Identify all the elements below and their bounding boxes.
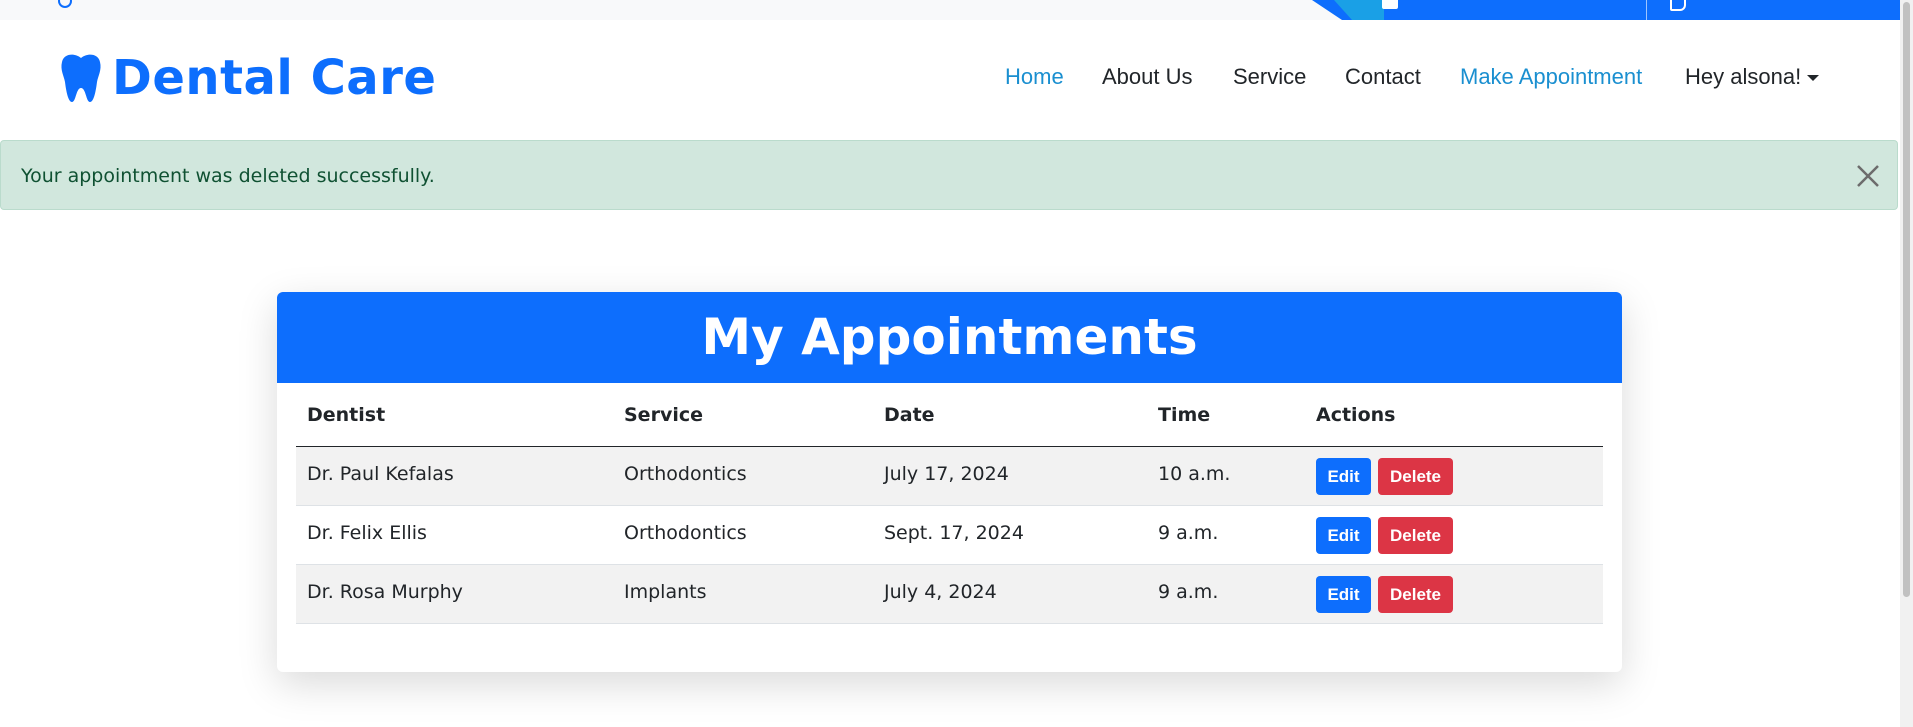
cell-time: 10 a.m.	[1158, 463, 1231, 485]
topbar-contact	[1312, 0, 1900, 20]
nav-make-appointment[interactable]: Make Appointment	[1460, 64, 1642, 90]
table-row: Dr. Felix Ellis Orthodontics Sept. 17, 2…	[296, 506, 1603, 565]
topbar-phone[interactable]	[1670, 0, 1696, 12]
nav-user-dropdown[interactable]: Hey alsona!	[1685, 64, 1820, 90]
column-header-dentist: Dentist	[307, 404, 386, 426]
delete-button[interactable]: Delete	[1378, 458, 1453, 495]
clock-icon	[58, 0, 72, 8]
table-row: Dr. Rosa Murphy Implants July 4, 2024 9 …	[296, 565, 1603, 624]
tooth-icon	[61, 54, 101, 102]
cell-date: Sept. 17, 2024	[884, 522, 1024, 544]
card-title: My Appointments	[277, 292, 1622, 383]
topbar-divider	[1646, 0, 1647, 20]
edit-button[interactable]: Edit	[1316, 458, 1371, 495]
topbar-email[interactable]	[1382, 0, 1408, 12]
cell-service: Implants	[624, 581, 707, 603]
scrollbar-thumb[interactable]	[1903, 2, 1910, 597]
column-header-time: Time	[1158, 404, 1211, 426]
brand-logo[interactable]: Dental Care	[58, 50, 436, 106]
nav-service[interactable]: Service	[1233, 64, 1306, 90]
nav-home[interactable]: Home	[1005, 64, 1064, 90]
cell-date: July 17, 2024	[884, 463, 1009, 485]
nav-contact[interactable]: Contact	[1345, 64, 1421, 90]
topbar-hours	[58, 0, 80, 9]
cell-date: July 4, 2024	[884, 581, 997, 603]
topbar-accent	[1334, 0, 1384, 20]
cell-time: 9 a.m.	[1158, 522, 1219, 544]
column-header-date: Date	[884, 404, 935, 426]
cell-dentist: Dr. Rosa Murphy	[307, 581, 463, 603]
alert-message: Your appointment was deleted successfull…	[21, 165, 435, 187]
nav-about-us[interactable]: About Us	[1102, 64, 1193, 90]
cell-time: 9 a.m.	[1158, 581, 1219, 603]
page-scrollbar[interactable]	[1900, 0, 1913, 727]
cell-dentist: Dr. Paul Kefalas	[307, 463, 454, 485]
top-info-bar	[0, 0, 1900, 20]
delete-button[interactable]: Delete	[1378, 517, 1453, 554]
column-header-actions: Actions	[1316, 404, 1396, 426]
brand-name: Dental Care	[112, 50, 437, 106]
caret-down-icon	[1807, 75, 1820, 82]
table-row: Dr. Paul Kefalas Orthodontics July 17, 2…	[296, 447, 1603, 506]
phone-icon	[1670, 0, 1686, 11]
column-header-service: Service	[624, 404, 703, 426]
appointments-card: My Appointments Dentist Service Date Tim…	[277, 292, 1622, 672]
cell-dentist: Dr. Felix Ellis	[307, 522, 427, 544]
envelope-icon	[1382, 0, 1398, 9]
delete-button[interactable]: Delete	[1378, 576, 1453, 613]
cell-service: Orthodontics	[624, 522, 747, 544]
edit-button[interactable]: Edit	[1316, 576, 1371, 613]
user-greeting: Hey alsona!	[1685, 64, 1802, 89]
success-alert: Your appointment was deleted successfull…	[0, 140, 1898, 210]
cell-service: Orthodontics	[624, 463, 747, 485]
close-icon[interactable]	[1855, 163, 1881, 189]
edit-button[interactable]: Edit	[1316, 517, 1371, 554]
